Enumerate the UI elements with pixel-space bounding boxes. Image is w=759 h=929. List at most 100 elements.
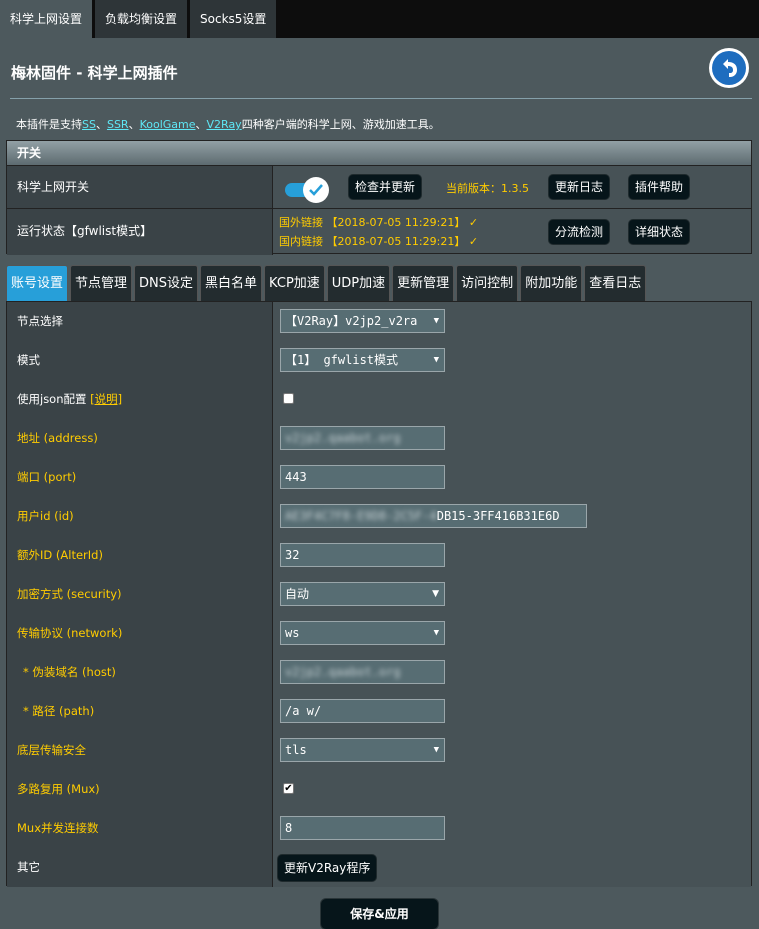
path-row: * 路径 (path) /a w/ [7,692,751,732]
plugin-description: 本插件是支持SS、SSR、KoolGame、V2Ray四种客户端的科学上网、游戏… [16,116,440,132]
port-input[interactable]: 443 [280,465,445,489]
network-select[interactable]: ws ▼ [280,621,445,645]
description-separator: 、 [95,118,107,131]
security-select[interactable]: 自动 ▼ [280,582,445,606]
tab-kcp[interactable]: KCP加速 [264,265,325,301]
mux-concurrency-label: Mux并发连接数 [17,821,99,835]
user-id-input[interactable]: AE3F4C7F8-E9D8-2C5F-4DB15-3FF416B31E6D [280,504,587,528]
other-row: 其它 更新V2Ray程序 [7,848,751,887]
json-config-label: 使用json配置 [说明] [17,380,122,419]
tab-addons[interactable]: 附加功能 [520,265,583,301]
user-id-hidden-part: AE3F4C7F8-E9D8-2C5F-4 [285,509,437,523]
plugin-help-button[interactable]: 插件帮助 [629,175,690,199]
json-help-link[interactable]: [说明] [90,392,122,406]
split-check-button[interactable]: 分流检测 [549,220,610,244]
dropdown-arrow-icon: ▼ [433,745,439,755]
save-apply-button[interactable]: 保存&应用 [321,899,438,929]
run-status-label: 运行状态【gfwlist模式】 [17,224,153,238]
node-select-label: 节点选择 [17,314,63,328]
tls-row: 底层传输安全 tls ▼ [7,731,751,771]
top-tab-proxy-settings[interactable]: 科学上网设置 [0,0,93,38]
alterid-row: 额外ID (AlterId) 32 [7,536,751,576]
tls-label: 底层传输安全 [17,743,86,757]
tab-account[interactable]: 账号设置 [6,265,69,301]
top-tab-bar: 科学上网设置 负载均衡设置 Socks5设置 [0,0,759,38]
security-row: 加密方式 (security) 自动 ▼ [7,575,751,615]
link-koolgame[interactable]: KoolGame [140,118,196,131]
address-row: 地址 (address) v2jp2.qaabot.org [7,419,751,459]
json-config-label-text: 使用json配置 [17,392,87,406]
node-select-value: 【V2Ray】v2jp2_v2ra [285,314,418,328]
dropdown-arrow-icon: ▼ [433,628,439,638]
host-label: * 伪装域名 (host) [23,665,116,679]
run-status-row: 运行状态【gfwlist模式】 国外链接 【2018-07-05 11:29:2… [7,208,751,255]
proxy-switch-row: 科学上网开关 检查并更新 当前版本：1.3.5 更新日志 插件帮助 [7,165,751,210]
detail-status-button[interactable]: 详细状态 [629,220,690,244]
description-separator: 、 [195,118,207,131]
tab-udp[interactable]: UDP加速 [326,265,391,301]
link-ss[interactable]: SS [82,118,96,131]
settings-tabs: 账号设置 节点管理 DNS设定 黑白名单 KCP加速 UDP加速 更新管理 访问… [6,265,648,301]
mux-concurrency-row: Mux并发连接数 8 [7,809,751,849]
tab-view-log[interactable]: 查看日志 [584,265,647,301]
security-select-value: 自动 [285,587,310,601]
port-row: 端口 (port) 443 [7,458,751,498]
proxy-switch-label: 科学上网开关 [17,180,90,194]
top-tab-load-balance[interactable]: 负载均衡设置 [95,0,188,38]
network-select-value: ws [285,626,300,640]
tls-select[interactable]: tls ▼ [280,738,445,762]
check-update-button[interactable]: 检查并更新 [349,175,422,199]
other-label: 其它 [17,860,40,874]
tab-node-manage[interactable]: 节点管理 [70,265,133,301]
mode-row: 模式 【1】 gfwlist模式 ▼ [7,341,751,381]
user-id-label: 用户id (id) [17,509,74,523]
network-label: 传输协议 (network) [17,626,123,640]
user-id-visible-part: DB15-3FF416B31E6D [436,509,560,523]
alterid-label: 额外ID (AlterId) [17,548,103,562]
switch-panel: 开关 科学上网开关 检查并更新 当前版本：1.3.5 更新日志 插件帮助 运行状… [6,140,752,255]
foreign-link-status: 国外链接 【2018-07-05 11:29:21】 ✓ [279,216,479,229]
mux-concurrency-input[interactable]: 8 [280,816,445,840]
host-input[interactable]: v2jp2.qaabot.org [280,660,445,684]
host-row: * 伪装域名 (host) v2jp2.qaabot.org [7,653,751,693]
description-separator: 、 [128,118,140,131]
proxy-toggle[interactable] [283,177,331,203]
address-value: v2jp2.qaabot.org [285,431,401,445]
checkmark-icon [303,177,329,203]
tab-update-manage[interactable]: 更新管理 [392,265,455,301]
security-label: 加密方式 (security) [17,587,122,601]
host-value: v2jp2.qaabot.org [285,665,401,679]
path-label: * 路径 (path) [23,704,95,718]
tab-dns[interactable]: DNS设定 [134,265,199,301]
tab-access-control[interactable]: 访问控制 [456,265,519,301]
description-prefix: 本插件是支持 [16,118,82,131]
checkmark-icon: ✔ [284,783,293,794]
mux-checkbox[interactable]: ✔ [283,783,294,794]
tab-blackwhite-list[interactable]: 黑白名单 [200,265,263,301]
back-arrow-icon [712,51,746,85]
link-ssr[interactable]: SSR [107,118,129,131]
top-tab-socks5[interactable]: Socks5设置 [190,0,277,38]
mode-select[interactable]: 【1】 gfwlist模式 ▼ [280,348,445,372]
user-id-row: 用户id (id) AE3F4C7F8-E9D8-2C5F-4DB15-3FF4… [7,497,751,537]
network-row: 传输协议 (network) ws ▼ [7,614,751,654]
port-label: 端口 (port) [17,470,77,484]
account-settings-form: 节点选择 【V2Ray】v2jp2_v2ra ▼ 模式 【1】 gfwlist模式… [6,301,752,887]
address-label: 地址 (address) [17,431,98,445]
path-input[interactable]: /a w/ [280,699,445,723]
mode-label: 模式 [17,353,40,367]
changelog-button[interactable]: 更新日志 [549,175,610,199]
version-text: 当前版本：1.3.5 [446,182,529,195]
json-config-checkbox[interactable] [283,393,294,404]
description-suffix: 四种客户端的科学上网、游戏加速工具。 [241,118,440,131]
tls-select-value: tls [285,743,307,757]
dropdown-arrow-icon: ▼ [432,589,439,599]
link-v2ray[interactable]: V2Ray [207,118,242,131]
update-v2ray-button[interactable]: 更新V2Ray程序 [278,855,377,881]
node-select[interactable]: 【V2Ray】v2jp2_v2ra ▼ [280,309,445,333]
mux-label: 多路复用 (Mux) [17,782,100,796]
alterid-input[interactable]: 32 [280,543,445,567]
node-select-row: 节点选择 【V2Ray】v2jp2_v2ra ▼ [7,302,751,342]
back-button[interactable] [709,48,749,88]
address-input[interactable]: v2jp2.qaabot.org [280,426,445,450]
